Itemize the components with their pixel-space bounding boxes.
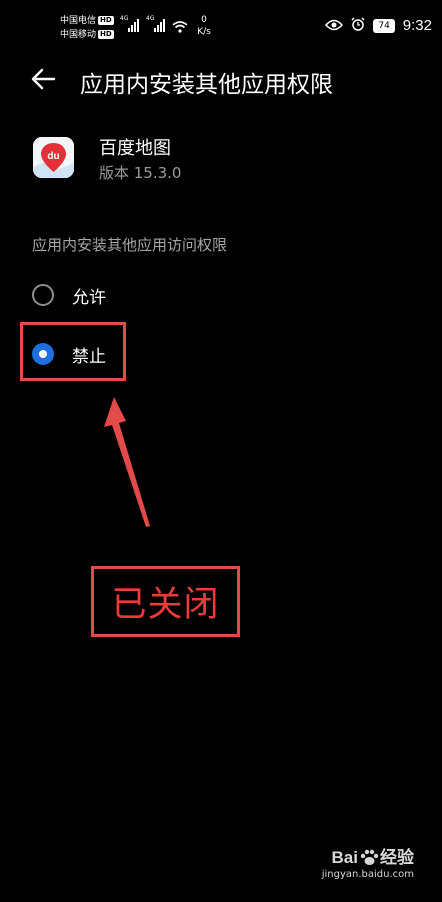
- arrow-left-icon: [28, 68, 60, 99]
- page-title: 应用内安装其他应用权限: [80, 72, 333, 98]
- app-icon-label: du: [47, 151, 59, 162]
- radio-allow[interactable]: [32, 284, 54, 306]
- hd-badge-2: HD: [98, 30, 114, 39]
- watermark-brand: Bai: [331, 848, 358, 867]
- carrier-1: 中国电信: [60, 16, 97, 26]
- section-title: 应用内安装其他应用访问权限: [32, 236, 228, 254]
- option-allow[interactable]: 允许: [32, 275, 106, 315]
- carrier-info: 中国电信 HD 中国移动 HD: [60, 14, 114, 42]
- status-bar: 中国电信 HD 中国移动 HD 4G 4G 0 K/s 74 9:32: [0, 0, 442, 52]
- app-version: 版本 15.3.0: [99, 164, 182, 182]
- alarm-icon: [351, 16, 365, 35]
- hd-badge-1: HD: [98, 16, 114, 25]
- wifi-icon: [172, 18, 188, 37]
- eye-icon: [325, 16, 344, 35]
- carrier-2: 中国移动: [60, 30, 97, 40]
- back-button[interactable]: [28, 63, 60, 95]
- signal-icon-1: 4G: [120, 15, 140, 36]
- app-name: 百度地图: [99, 138, 171, 159]
- status-right-group: 74 9:32: [325, 16, 432, 35]
- watermark-url: jingyan.baidu.com: [321, 869, 414, 880]
- annotation-arrow: [100, 395, 160, 535]
- option-allow-label: 允许: [72, 287, 106, 308]
- baidu-map-app-icon: du: [33, 137, 74, 178]
- clock: 9:32: [402, 17, 432, 34]
- battery-icon: 74: [373, 18, 395, 33]
- watermark-brand-2: 经验: [380, 848, 414, 867]
- signal-icon-2: 4G: [146, 15, 166, 36]
- paw-icon: [359, 848, 379, 871]
- app-bar: 应用内安装其他应用权限: [0, 55, 442, 107]
- watermark: Bai 经验 jingyan.baidu.com: [322, 843, 414, 880]
- highlight-box: [20, 322, 126, 381]
- callout-box: 已关闭: [91, 566, 240, 637]
- callout-text: 已关闭: [111, 585, 220, 625]
- network-speed: 0 K/s: [197, 15, 211, 37]
